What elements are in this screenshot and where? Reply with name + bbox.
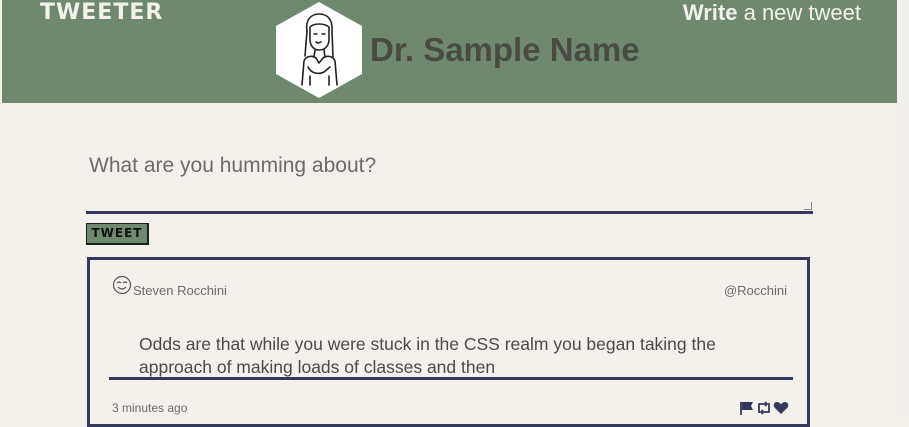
heart-icon[interactable]	[773, 400, 789, 414]
tweet-timestamp: 3 minutes ago	[112, 401, 188, 415]
write-label-rest: a new tweet	[737, 0, 861, 25]
smiley-avatar-icon	[112, 275, 132, 295]
write-new-tweet-toggle[interactable]: Write a new tweet	[683, 0, 861, 26]
tweet-button[interactable]: TWEET	[86, 223, 149, 245]
page-scrollbar[interactable]	[897, 0, 909, 416]
tweet-body: Odds are that while you were stuck in th…	[139, 334, 716, 377]
resize-handle-icon[interactable]	[804, 202, 812, 210]
write-label-bold: Write	[682, 0, 738, 25]
app-logo[interactable]: TWEETER	[40, 0, 163, 25]
site-header: TWEETER Dr. Sample Name Write a new twee…	[2, 0, 897, 103]
user-name: Dr. Sample Name	[370, 31, 640, 68]
compose-textarea[interactable]: What are you humming about?	[86, 148, 813, 214]
tweet-actions	[739, 400, 789, 415]
tweet-card: Steven Rocchini @Rocchini Odds are that …	[87, 257, 810, 427]
tweet-divider	[109, 377, 793, 380]
tweet-author-name: Steven Rocchini	[133, 283, 227, 298]
user-avatar	[276, 2, 362, 98]
tweet-handle: @Rocchini	[723, 283, 787, 298]
flag-icon[interactable]	[739, 400, 755, 415]
retweet-icon[interactable]	[756, 400, 772, 415]
compose-placeholder: What are you humming about?	[89, 154, 377, 177]
